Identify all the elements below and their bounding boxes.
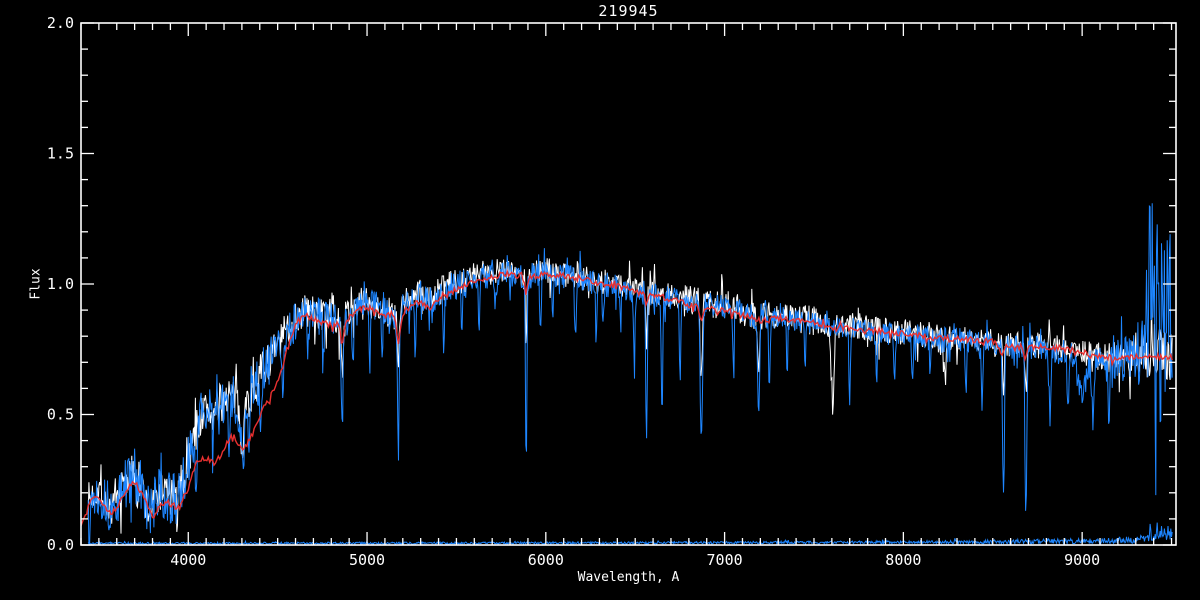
x-axis-label: Wavelength, A: [577, 570, 680, 585]
svg-text:6000: 6000: [528, 551, 564, 569]
svg-text:9000: 9000: [1064, 551, 1100, 569]
svg-text:0.5: 0.5: [47, 406, 74, 424]
svg-text:7000: 7000: [707, 551, 743, 569]
svg-text:8000: 8000: [885, 551, 921, 569]
svg-text:4000: 4000: [170, 551, 206, 569]
spectrum-chart: 4000 5000 6000 7000 8000 9000 0.0 0.5 1.0 1.5 2.0 …: [0, 0, 1200, 600]
y-axis-label: Flux: [28, 268, 44, 300]
svg-text:2.0: 2.0: [47, 14, 74, 32]
plot-canvas: 4000 5000 6000 7000 8000 9000 0.0 0.5 1.0 1.5 2.0: [0, 0, 1200, 600]
chart-title: 219945: [598, 2, 659, 20]
svg-text:1.0: 1.0: [47, 275, 74, 293]
svg-text:5000: 5000: [349, 551, 385, 569]
svg-text:0.0: 0.0: [47, 536, 74, 554]
svg-text:1.5: 1.5: [47, 145, 74, 163]
